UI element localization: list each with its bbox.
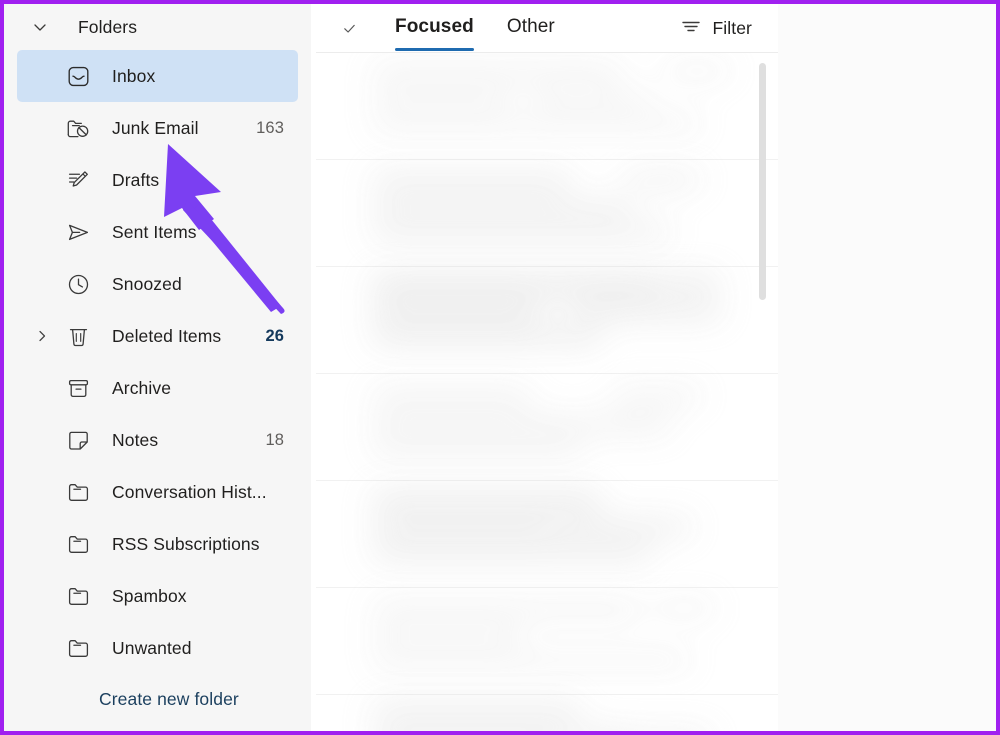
clock-icon xyxy=(66,272,90,296)
sidebar-item-archive[interactable]: Archive xyxy=(17,362,298,414)
create-new-folder-button[interactable]: Create new folder xyxy=(4,674,311,724)
blurred-message-content xyxy=(362,374,740,480)
notes-icon xyxy=(66,428,90,452)
message-list-scrollbar[interactable] xyxy=(759,63,766,731)
sidebar-item-label: Junk Email xyxy=(112,117,199,138)
sidebar-item-label: Conversation Hist... xyxy=(112,481,267,502)
sidebar-item-spambox[interactable]: Spambox xyxy=(17,570,298,622)
message-list-item[interactable] xyxy=(316,267,778,374)
chevron-right-icon[interactable] xyxy=(33,327,51,345)
sidebar-item-rss-subscriptions[interactable]: RSS Subscriptions xyxy=(17,518,298,570)
sidebar-item-label: Spambox xyxy=(112,585,187,606)
drafts-icon xyxy=(66,168,90,192)
junk-icon xyxy=(66,116,90,140)
message-list-item[interactable] xyxy=(316,588,778,695)
sidebar-item-count: 163 xyxy=(256,118,284,137)
sidebar-item-label: Sent Items xyxy=(112,221,197,242)
sidebar-item-snoozed[interactable]: Snoozed xyxy=(17,258,298,310)
filter-icon xyxy=(680,18,702,39)
tab-focused[interactable]: Focused xyxy=(395,16,474,51)
sidebar-item-notes[interactable]: Notes 18 xyxy=(17,414,298,466)
message-list-item[interactable] xyxy=(316,481,778,588)
blurred-message-content xyxy=(362,481,740,587)
reading-pane xyxy=(778,4,996,731)
folder-icon xyxy=(66,480,90,504)
blurred-message-content xyxy=(362,160,740,266)
sidebar-item-label: Notes xyxy=(112,429,159,450)
message-list-item[interactable] xyxy=(316,374,778,481)
sidebar-item-count: 18 xyxy=(265,430,284,449)
message-rows[interactable] xyxy=(316,53,778,731)
blurred-message-content xyxy=(362,267,740,373)
sidebar-item-label: Snoozed xyxy=(112,273,182,294)
filter-label: Filter xyxy=(712,17,752,38)
sidebar-item-label: Drafts xyxy=(112,169,160,190)
sidebar-item-label: Unwanted xyxy=(112,637,192,658)
app-window: Folders Inbox Junk Email 163 Drafts Sent Ite… xyxy=(0,0,1000,735)
message-list-item[interactable] xyxy=(316,160,778,267)
folders-header-label: Folders xyxy=(78,16,138,37)
sidebar-item-inbox[interactable]: Inbox xyxy=(17,50,298,102)
sidebar-item-sent-items[interactable]: Sent Items xyxy=(17,206,298,258)
sidebar-item-label: RSS Subscriptions xyxy=(112,533,260,554)
message-list-item[interactable] xyxy=(316,53,778,160)
sidebar-item-label: Deleted Items xyxy=(112,325,222,346)
sent-icon xyxy=(66,220,90,244)
sidebar-item-unwanted[interactable]: Unwanted xyxy=(17,622,298,674)
folders-header[interactable]: Folders xyxy=(4,4,311,50)
folder-icon xyxy=(66,584,90,608)
folder-icon xyxy=(66,532,90,556)
sidebar-item-junk-email[interactable]: Junk Email 163 xyxy=(17,102,298,154)
filter-button[interactable]: Filter xyxy=(680,18,753,39)
sidebar-item-count: 26 xyxy=(265,326,284,345)
sidebar-item-deleted-items[interactable]: Deleted Items 26 xyxy=(17,310,298,362)
sidebar-item-conversation-hist[interactable]: Conversation Hist... xyxy=(17,466,298,518)
folders-sidebar: Folders Inbox Junk Email 163 Drafts Sent Ite… xyxy=(4,4,311,731)
message-list-pane: Focused Other Filter xyxy=(316,4,778,731)
blurred-message-content xyxy=(362,53,740,159)
check-circle-icon[interactable] xyxy=(336,15,362,41)
message-list-item[interactable] xyxy=(316,695,778,731)
trash-icon xyxy=(66,324,90,348)
scrollbar-thumb[interactable] xyxy=(759,63,766,300)
blurred-message-content xyxy=(362,588,740,694)
folder-icon xyxy=(66,636,90,660)
folder-list: Inbox Junk Email 163 Drafts Sent Items Snooze… xyxy=(4,50,311,674)
tab-other[interactable]: Other xyxy=(507,16,555,40)
message-list-header: Focused Other Filter xyxy=(316,4,778,53)
sidebar-item-label: Archive xyxy=(112,377,172,398)
archive-icon xyxy=(66,376,90,400)
inbox-icon xyxy=(66,64,90,88)
sidebar-item-drafts[interactable]: Drafts xyxy=(17,154,298,206)
create-new-folder-label: Create new folder xyxy=(99,688,239,709)
sidebar-item-label: Inbox xyxy=(112,65,156,86)
chevron-down-icon[interactable] xyxy=(30,17,50,37)
blurred-message-content xyxy=(362,695,740,731)
